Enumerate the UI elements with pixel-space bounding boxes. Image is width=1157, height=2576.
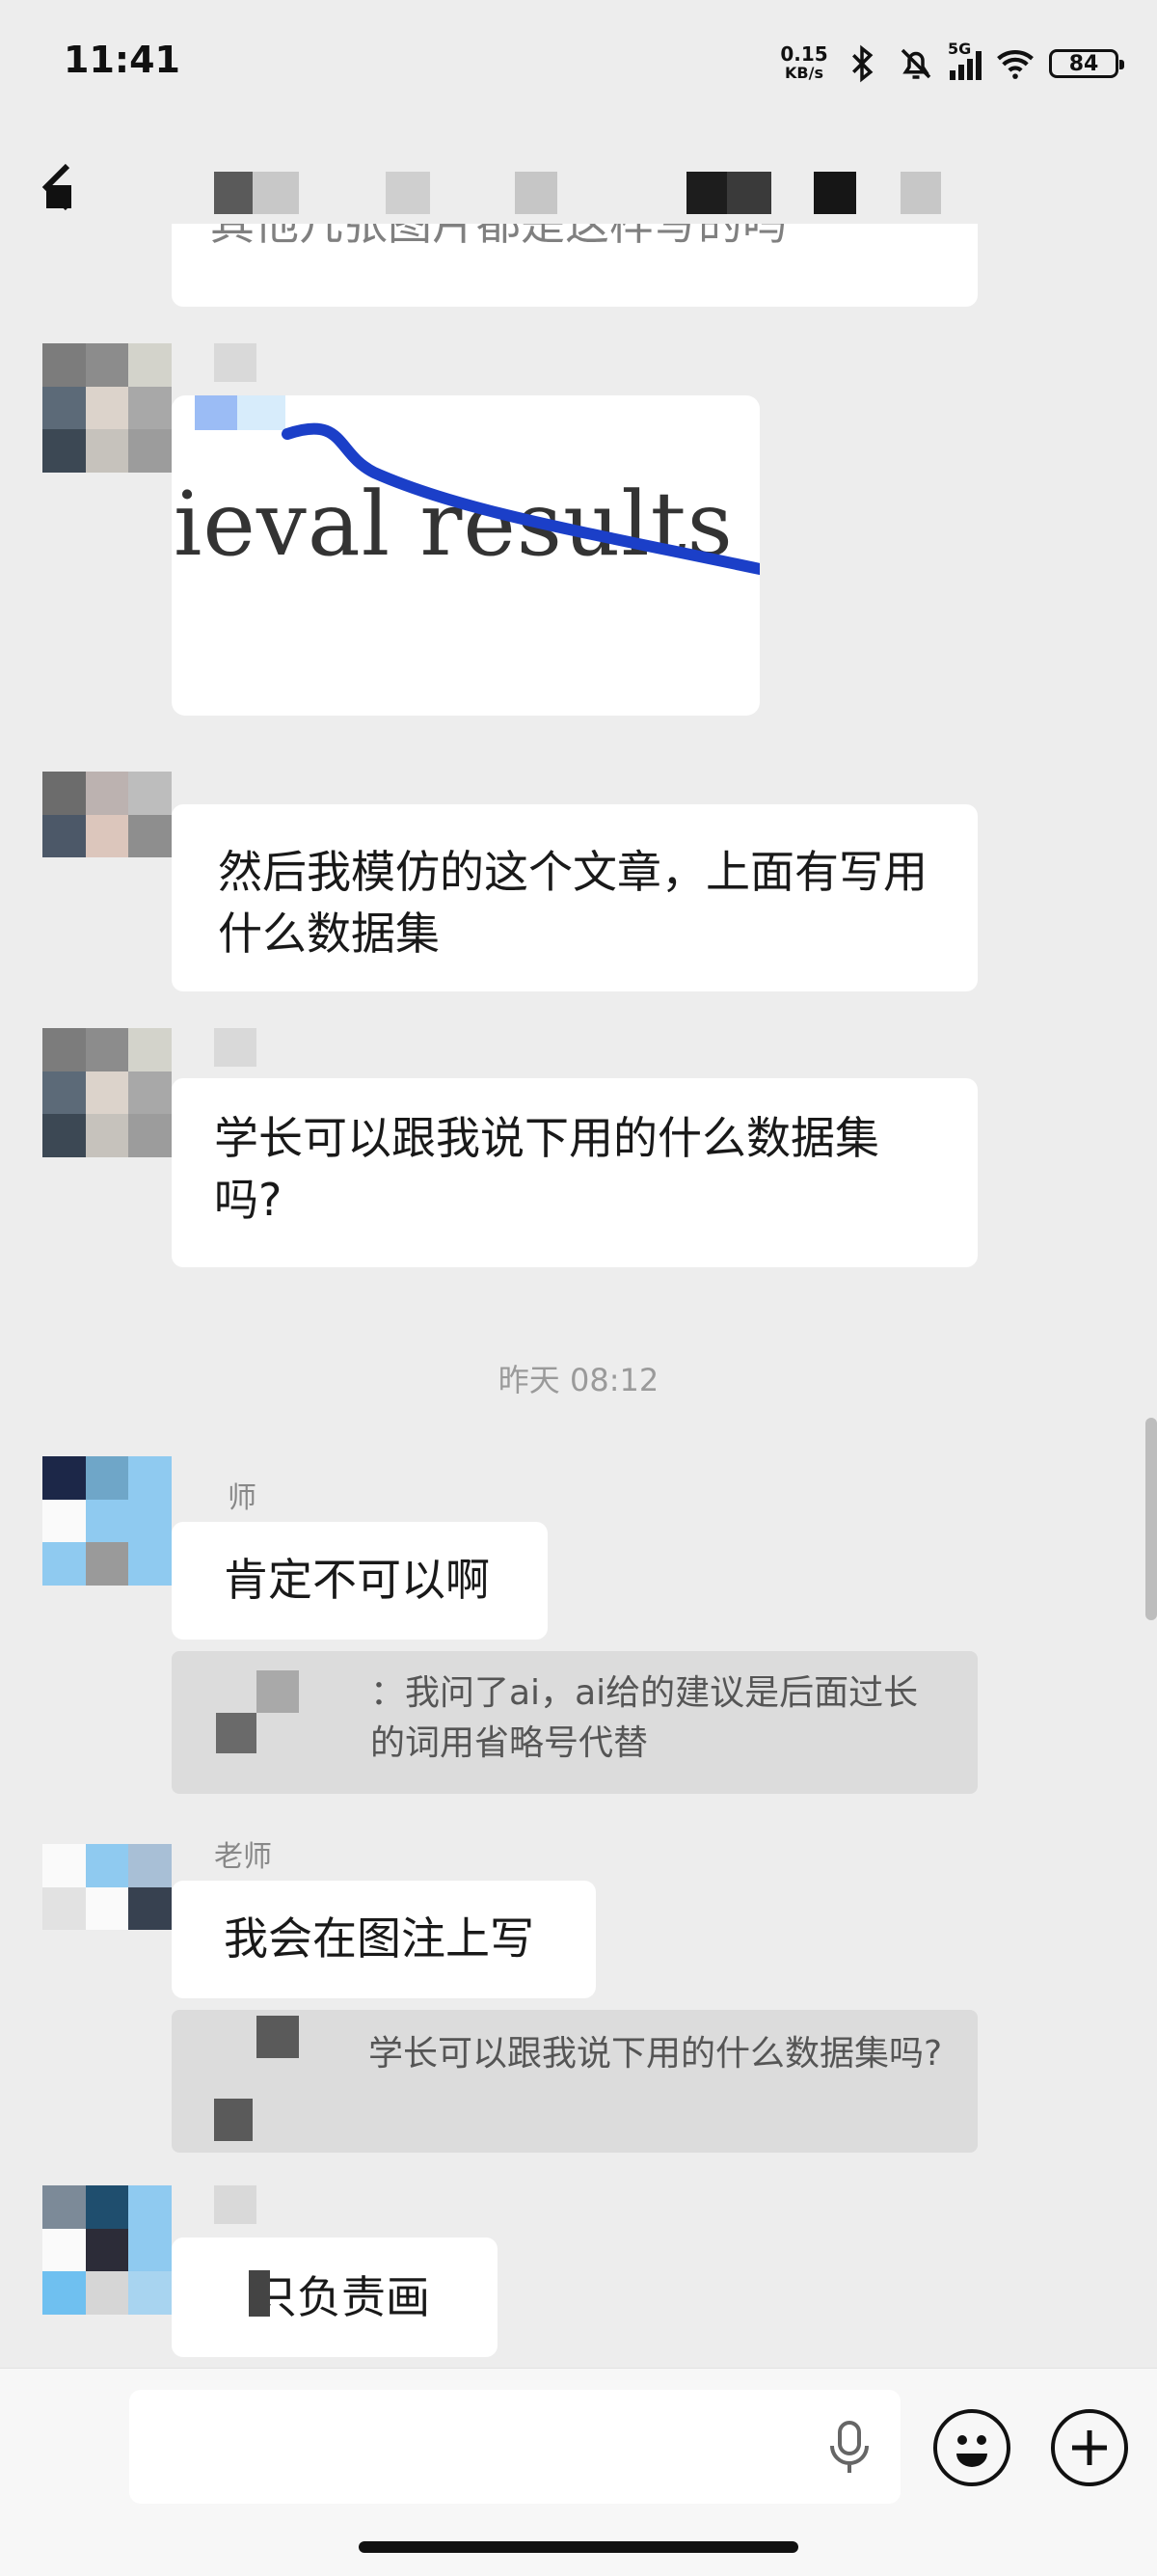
message-bubble[interactable]: 然后我模仿的这个文章，上面有写用什么数据集	[172, 804, 978, 991]
wifi-icon	[997, 50, 1034, 79]
avatar[interactable]	[42, 1028, 172, 1157]
image-message[interactable]: ieval results o	[172, 395, 760, 716]
avatar[interactable]	[42, 2185, 172, 2315]
image-stroke	[282, 422, 760, 575]
quote-author-mosaic	[214, 2099, 253, 2141]
message-text: 其他几张图片都是这样写的吗	[210, 224, 787, 250]
emoji-icon[interactable]	[933, 2409, 1010, 2486]
quoted-text: ：我问了ai，ai给的建议是后面过长的词用省略号代替	[370, 1673, 919, 1763]
message-bubble-partial[interactable]: 其他几张图片都是这样写的吗	[172, 224, 978, 307]
bluetooth-icon	[852, 44, 874, 83]
sender-name-mosaic	[214, 2185, 256, 2224]
message-bubble[interactable]: 我会在图注上写	[172, 1881, 596, 1998]
message-input[interactable]	[129, 2390, 901, 2504]
avatar[interactable]	[42, 772, 172, 901]
status-time: 11:41	[64, 39, 180, 81]
microphone-icon[interactable]	[825, 2421, 874, 2475]
sender-name: 师	[228, 1481, 256, 1515]
bell-muted-icon	[901, 48, 931, 79]
status-icons: 0.15 KB/s 5G 84	[780, 35, 1124, 93]
timestamp: 昨天 08:12	[498, 1362, 659, 1398]
quoted-text: 学长可以跟我说下用的什么数据集吗?	[368, 2034, 943, 2074]
message-mosaic	[249, 2270, 270, 2317]
avatar[interactable]	[42, 1456, 172, 1586]
quote-author-mosaic	[256, 2016, 299, 2058]
quote-author-mosaic	[216, 1713, 256, 1753]
quote-author-mosaic	[256, 1670, 299, 1713]
battery-icon: 84	[1049, 49, 1124, 78]
sender-name: 老师	[214, 1840, 272, 1874]
sender-name-mosaic	[214, 343, 256, 382]
back-arrow-icon[interactable]	[39, 160, 85, 214]
plus-icon[interactable]	[1051, 2409, 1128, 2486]
scrollbar[interactable]	[1145, 1418, 1157, 1620]
home-indicator[interactable]	[359, 2541, 798, 2553]
cellular-signal-icon: 5G	[948, 40, 982, 80]
message-text: 然后我模仿的这个文章，上面有写用什么数据集	[218, 846, 928, 960]
message-bubble[interactable]: 只负责画	[172, 2237, 498, 2357]
avatar[interactable]	[42, 343, 172, 473]
message-text: 我会在图注上写	[224, 1912, 534, 1965]
message-bubble[interactable]: 肯定不可以啊	[172, 1522, 548, 1640]
net-speed: 0.15 KB/s	[780, 42, 828, 82]
message-text: 肯定不可以啊	[224, 1554, 490, 1606]
sender-name-mosaic	[214, 1028, 256, 1067]
avatar[interactable]	[42, 1844, 172, 1973]
message-bubble[interactable]: 学长可以跟我说下用的什么数据集吗?	[172, 1078, 978, 1267]
message-text: 只负责画	[253, 2271, 430, 2323]
message-text: 学长可以跟我说下用的什么数据集吗?	[214, 1112, 879, 1226]
